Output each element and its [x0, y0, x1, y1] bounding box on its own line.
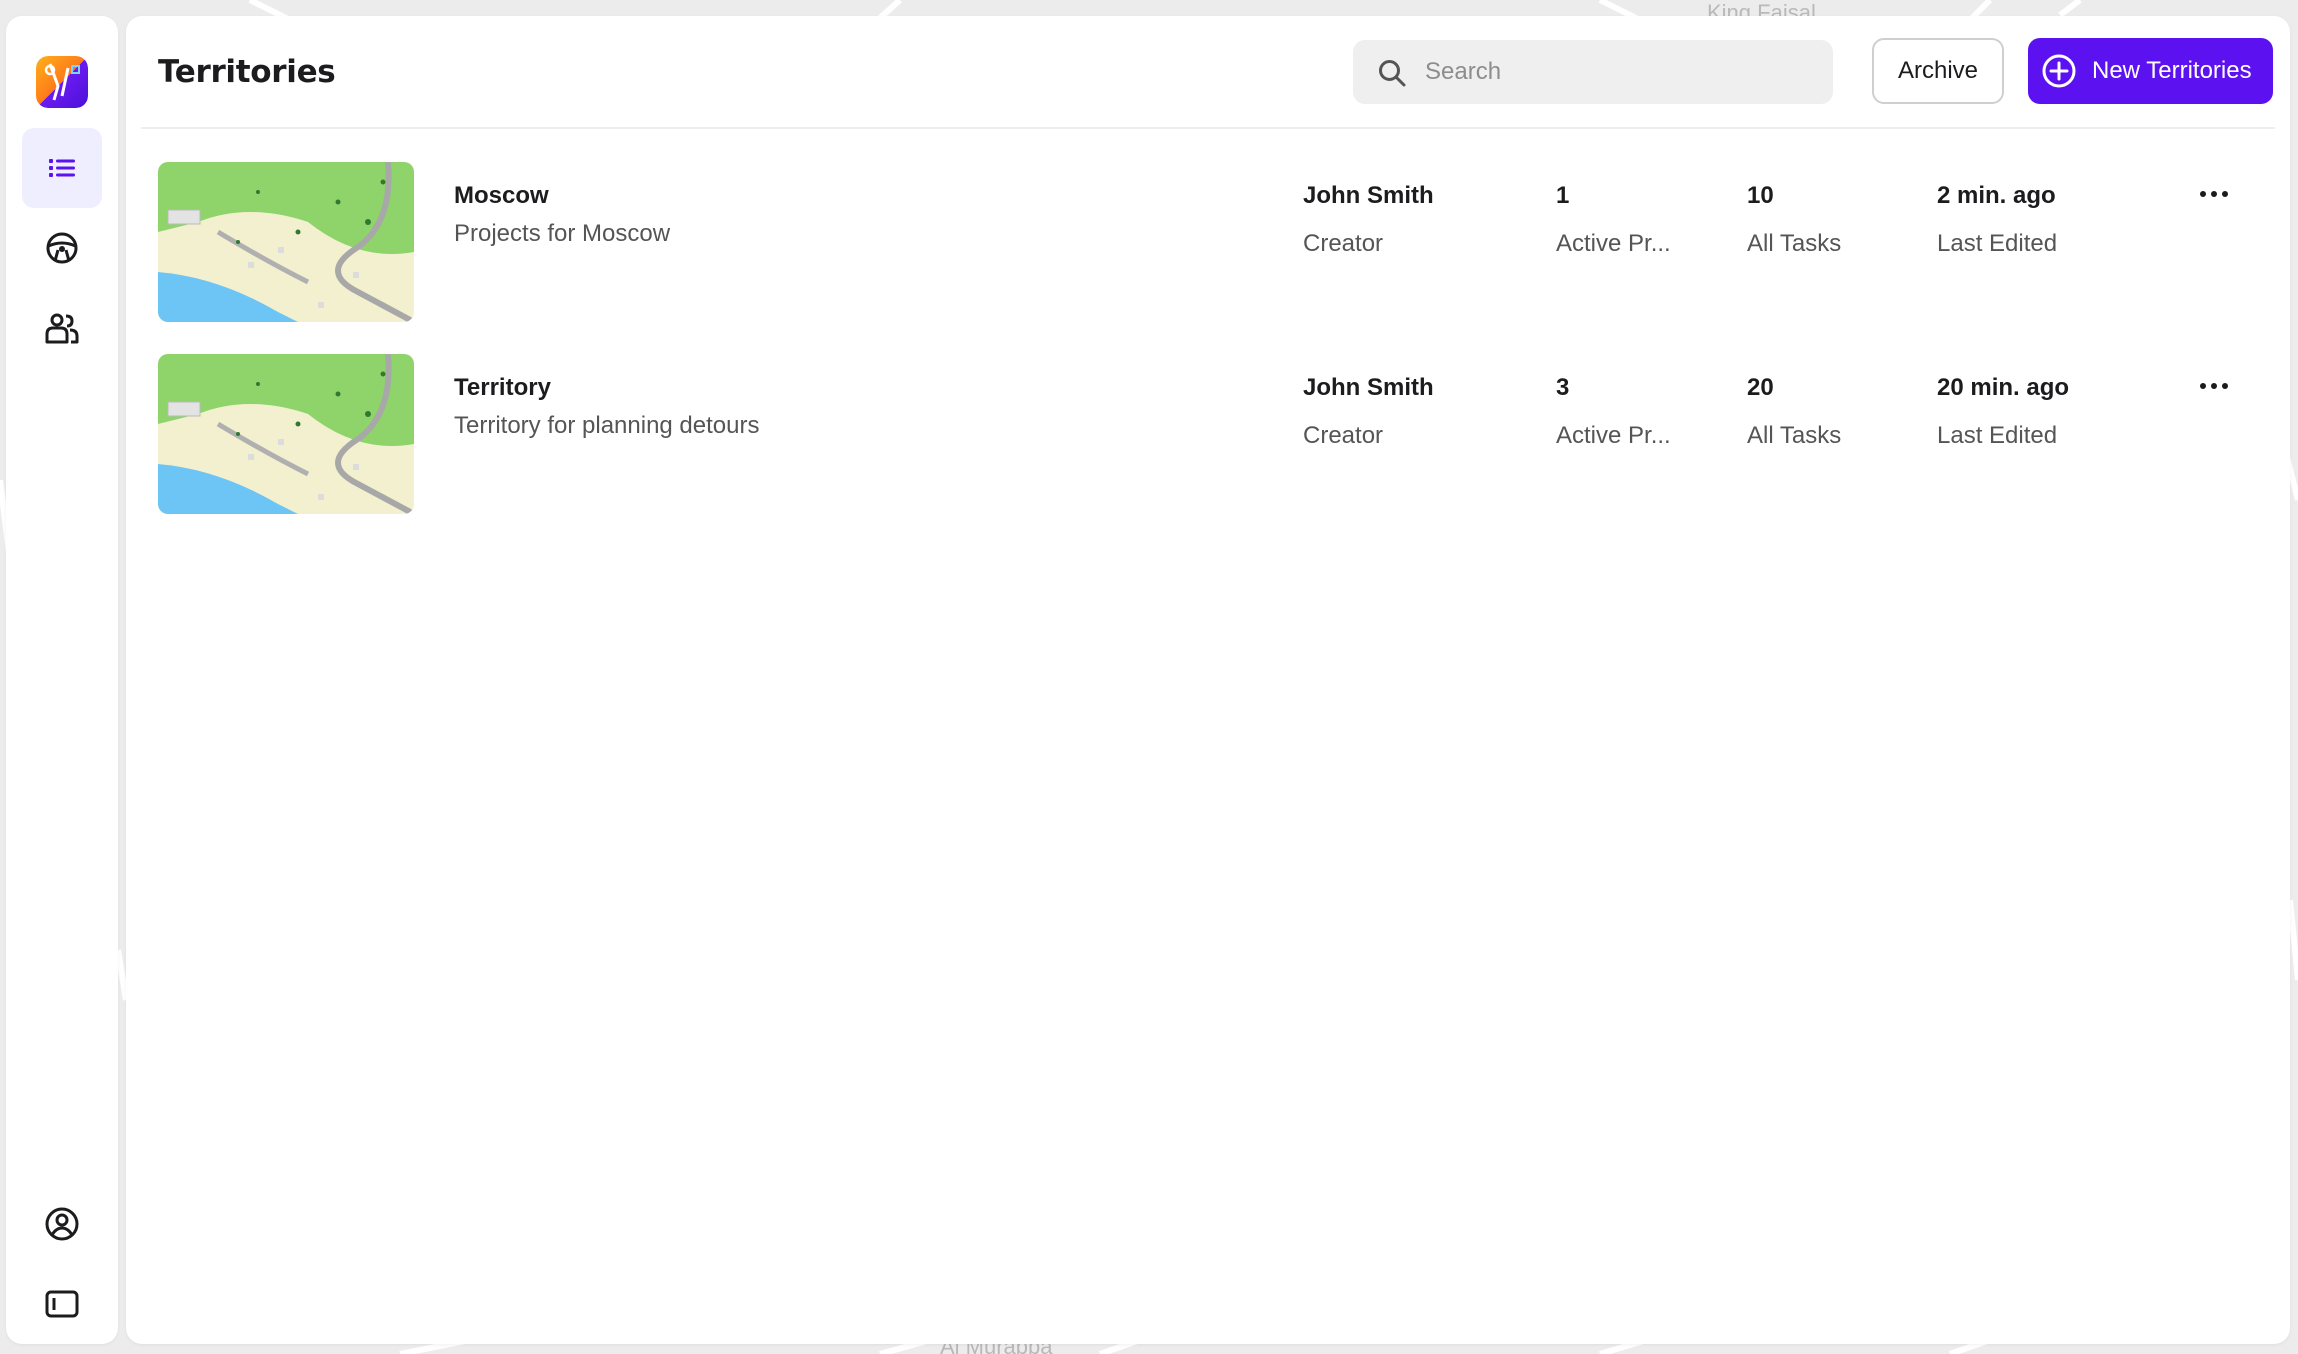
last-edited-label: Last Edited	[1937, 422, 2058, 449]
list-icon	[49, 159, 75, 177]
sidebar-toggle-button[interactable]	[22, 1264, 102, 1344]
all-tasks-value: 10	[1747, 182, 1774, 209]
all-tasks-label: All Tasks	[1747, 422, 1842, 449]
last-edited-label: Last Edited	[1937, 230, 2058, 257]
territory-thumbnail	[158, 354, 414, 514]
territory-description: Projects for Moscow	[454, 220, 671, 247]
creator-value: John Smith	[1303, 374, 1434, 401]
steering-wheel-icon	[46, 232, 78, 264]
territory-name: Territory	[454, 374, 551, 401]
users-icon	[45, 313, 79, 344]
more-options-button[interactable]	[2194, 368, 2234, 404]
last-edited-value: 20 min. ago	[1937, 374, 2070, 401]
last-edited-value: 2 min. ago	[1937, 182, 2056, 209]
sidebar-item-list[interactable]	[22, 128, 102, 208]
creator-label: Creator	[1303, 230, 1384, 257]
territory-thumbnail	[158, 162, 414, 322]
sidebar-toggle-icon	[45, 1290, 79, 1318]
search-input[interactable]	[1425, 40, 1815, 104]
more-options-button[interactable]	[2194, 176, 2234, 212]
active-projects-label: Active Pr...	[1556, 422, 1671, 449]
sidebar-item-profile[interactable]	[22, 1184, 102, 1264]
user-circle-icon	[45, 1207, 79, 1241]
creator-value: John Smith	[1303, 182, 1434, 209]
territory-description: Territory for planning detours	[454, 412, 760, 439]
archive-button[interactable]: Archive	[1872, 38, 2004, 104]
more-horizontal-icon	[2200, 191, 2228, 197]
active-projects-value: 1	[1556, 182, 1570, 209]
page-title: Territories	[158, 54, 336, 90]
new-territories-label: New Territories	[2092, 57, 2252, 84]
sidebar-item-drivers[interactable]	[22, 288, 102, 368]
search-box[interactable]	[1353, 40, 1833, 104]
creator-label: Creator	[1303, 422, 1384, 449]
plus-circle-icon	[2042, 54, 2076, 88]
sidebar	[6, 16, 118, 1344]
page-header: Territories Archive New Territories	[141, 16, 2275, 129]
search-icon	[1379, 60, 1406, 87]
sidebar-item-vehicles[interactable]	[22, 208, 102, 288]
territory-row[interactable]: Territory Territory for planning detours…	[126, 354, 2290, 534]
main-panel: Territories Archive New Territories	[126, 16, 2290, 1344]
territory-row[interactable]: Moscow Projects for Moscow John Smith Cr…	[126, 162, 2290, 342]
app-logo[interactable]	[36, 56, 88, 108]
all-tasks-value: 20	[1747, 374, 1774, 401]
territory-name: Moscow	[454, 182, 549, 209]
more-horizontal-icon	[2200, 383, 2228, 389]
active-projects-label: Active Pr...	[1556, 230, 1671, 257]
all-tasks-label: All Tasks	[1747, 230, 1842, 257]
active-projects-value: 3	[1556, 374, 1570, 401]
new-territories-button[interactable]: New Territories	[2028, 38, 2273, 104]
